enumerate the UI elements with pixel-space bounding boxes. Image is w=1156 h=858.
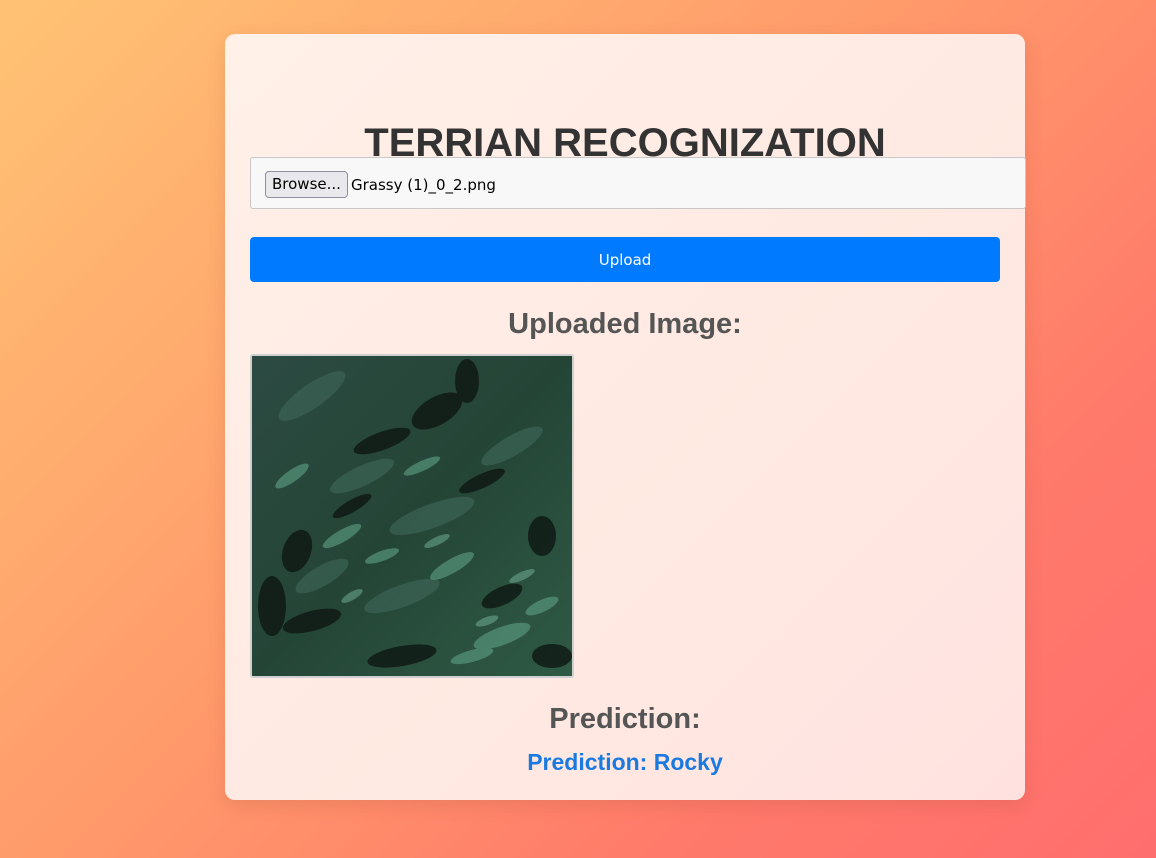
file-input[interactable]: Browse... Grassy (1)_0_2.png: [250, 157, 1026, 209]
grass-texture-image: [252, 356, 572, 676]
main-card: TERRIAN RECOGNIZATION Browse... Grassy (…: [225, 34, 1026, 800]
prediction-result: Prediction: Rocky: [527, 749, 723, 775]
uploaded-image: [250, 354, 574, 678]
uploaded-image-heading: Uploaded Image:: [508, 308, 742, 340]
upload-button[interactable]: Upload: [250, 237, 1000, 282]
selected-file-name: Grassy (1)_0_2.png: [351, 176, 496, 194]
browse-button[interactable]: Browse...: [265, 171, 348, 198]
prediction-heading: Prediction:: [549, 703, 701, 735]
